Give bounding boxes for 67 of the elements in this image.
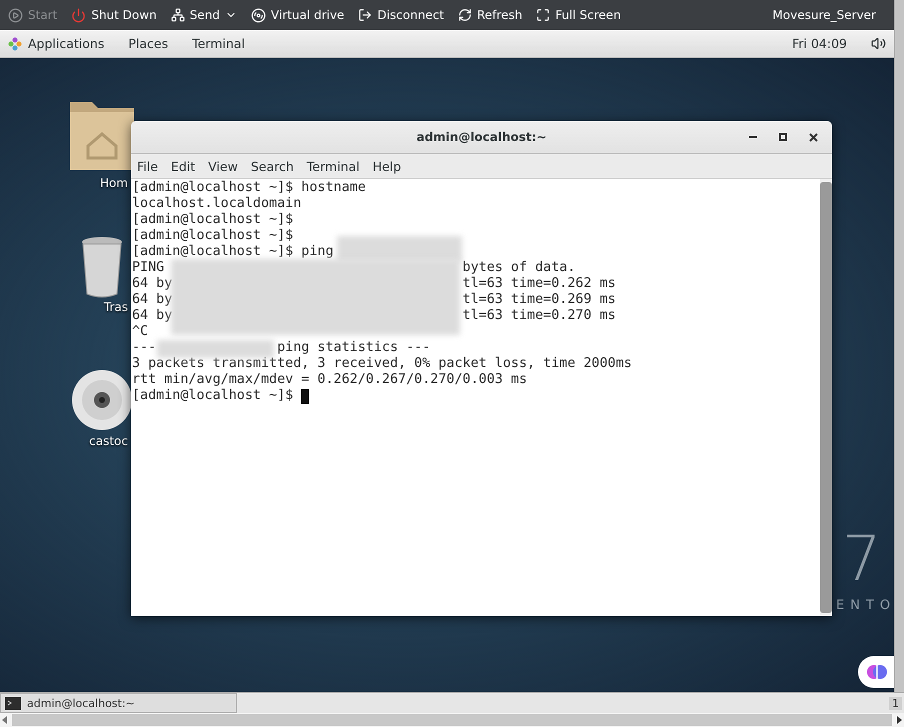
logo-numeral: 7 (842, 528, 882, 590)
power-icon (71, 8, 86, 22)
terminal-line: bytes of data. (462, 260, 576, 276)
window-title: admin@localhost:~ (416, 130, 547, 144)
scroll-left-icon[interactable] (0, 715, 10, 725)
applications-icon (8, 36, 22, 50)
terminal-icon (5, 696, 21, 710)
clock[interactable]: Fri 04:09 (792, 36, 847, 51)
scrollbar[interactable] (12, 714, 892, 726)
terminal-line: --- (132, 340, 156, 356)
scroll-right-icon[interactable] (894, 715, 904, 725)
play-icon (8, 8, 23, 22)
terminal-line: tl=63 time=0.270 ms (462, 308, 616, 324)
network-icon (170, 8, 185, 22)
terminal-line: 64 by (132, 308, 172, 324)
taskbar-item[interactable]: admin@localhost:~ (0, 693, 237, 713)
terminal-line: ^C (132, 324, 148, 340)
menu-item[interactable]: File (137, 158, 158, 174)
disc-icon (250, 8, 266, 22)
scrollbar[interactable] (820, 179, 832, 616)
logo-word: ENTO (836, 598, 894, 613)
trash-icon (80, 236, 124, 298)
desktop-icon-label[interactable]: Hom (100, 176, 128, 190)
desktop-icon-label[interactable]: castoc (89, 434, 128, 448)
volume-icon[interactable] (871, 36, 886, 51)
terminal-line: [admin@localhost ~]$ hostname (132, 180, 366, 196)
toolbar-button[interactable]: Disconnect (358, 8, 444, 22)
terminal-line: ping statistics --- (277, 340, 430, 356)
menu-item[interactable]: View (208, 158, 238, 174)
toolbar-button[interactable]: Shut Down (71, 8, 157, 22)
maximize-icon (779, 133, 787, 141)
terminal-line: 64 by (132, 292, 172, 308)
toolbar-button[interactable]: Refresh (458, 8, 522, 22)
top-menu[interactable]: Terminal (192, 36, 245, 51)
assistant-button[interactable] (858, 656, 894, 688)
terminal-line: [admin@localhost ~]$ (132, 388, 294, 404)
menu-item[interactable]: Terminal (306, 158, 360, 174)
menu-item[interactable]: Help (372, 158, 402, 174)
toolbar-button[interactable]: Send (170, 8, 237, 22)
fullscreen-icon (536, 8, 550, 22)
desktop-icon-label[interactable]: Tras (104, 300, 128, 314)
toolbar-button[interactable]: Full Screen (536, 8, 621, 22)
terminal-line: tl=63 time=0.269 ms (462, 292, 616, 308)
top-menu[interactable]: Places (128, 36, 168, 51)
logout-icon (358, 8, 372, 22)
server-name: Movesure_Server (772, 8, 876, 22)
top-menu[interactable]: Applications (8, 36, 104, 51)
brain-icon (867, 662, 887, 682)
scrollbar[interactable] (894, 0, 904, 692)
refresh-icon (458, 8, 472, 22)
terminal-line: 64 by (132, 276, 172, 292)
terminal-line: [admin@localhost ~]$ (132, 212, 294, 228)
terminal-line: [admin@localhost ~]$ ping (132, 244, 334, 260)
terminal-line: tl=63 time=0.262 ms (462, 276, 616, 292)
menu-item[interactable]: Edit (170, 158, 196, 174)
terminal-line: PING (132, 260, 164, 276)
minimize-icon (749, 136, 757, 138)
terminal-line: 3 packets transmitted, 3 received, 0% packet loss, time 2000ms (132, 356, 632, 372)
text-cursor (301, 388, 310, 404)
toolbar-button[interactable]: Virtual drive (250, 8, 344, 22)
workspace-indicator[interactable]: 1 (889, 696, 902, 710)
disc-icon (70, 368, 134, 432)
terminal-line: [admin@localhost ~]$ (132, 228, 294, 244)
terminal-line: localhost.localdomain (132, 196, 302, 212)
menu-item[interactable]: Search (250, 158, 294, 174)
close-icon (808, 132, 818, 142)
terminal-line: rtt min/avg/max/mdev = 0.262/0.267/0.270/0.003 ms (132, 372, 528, 388)
